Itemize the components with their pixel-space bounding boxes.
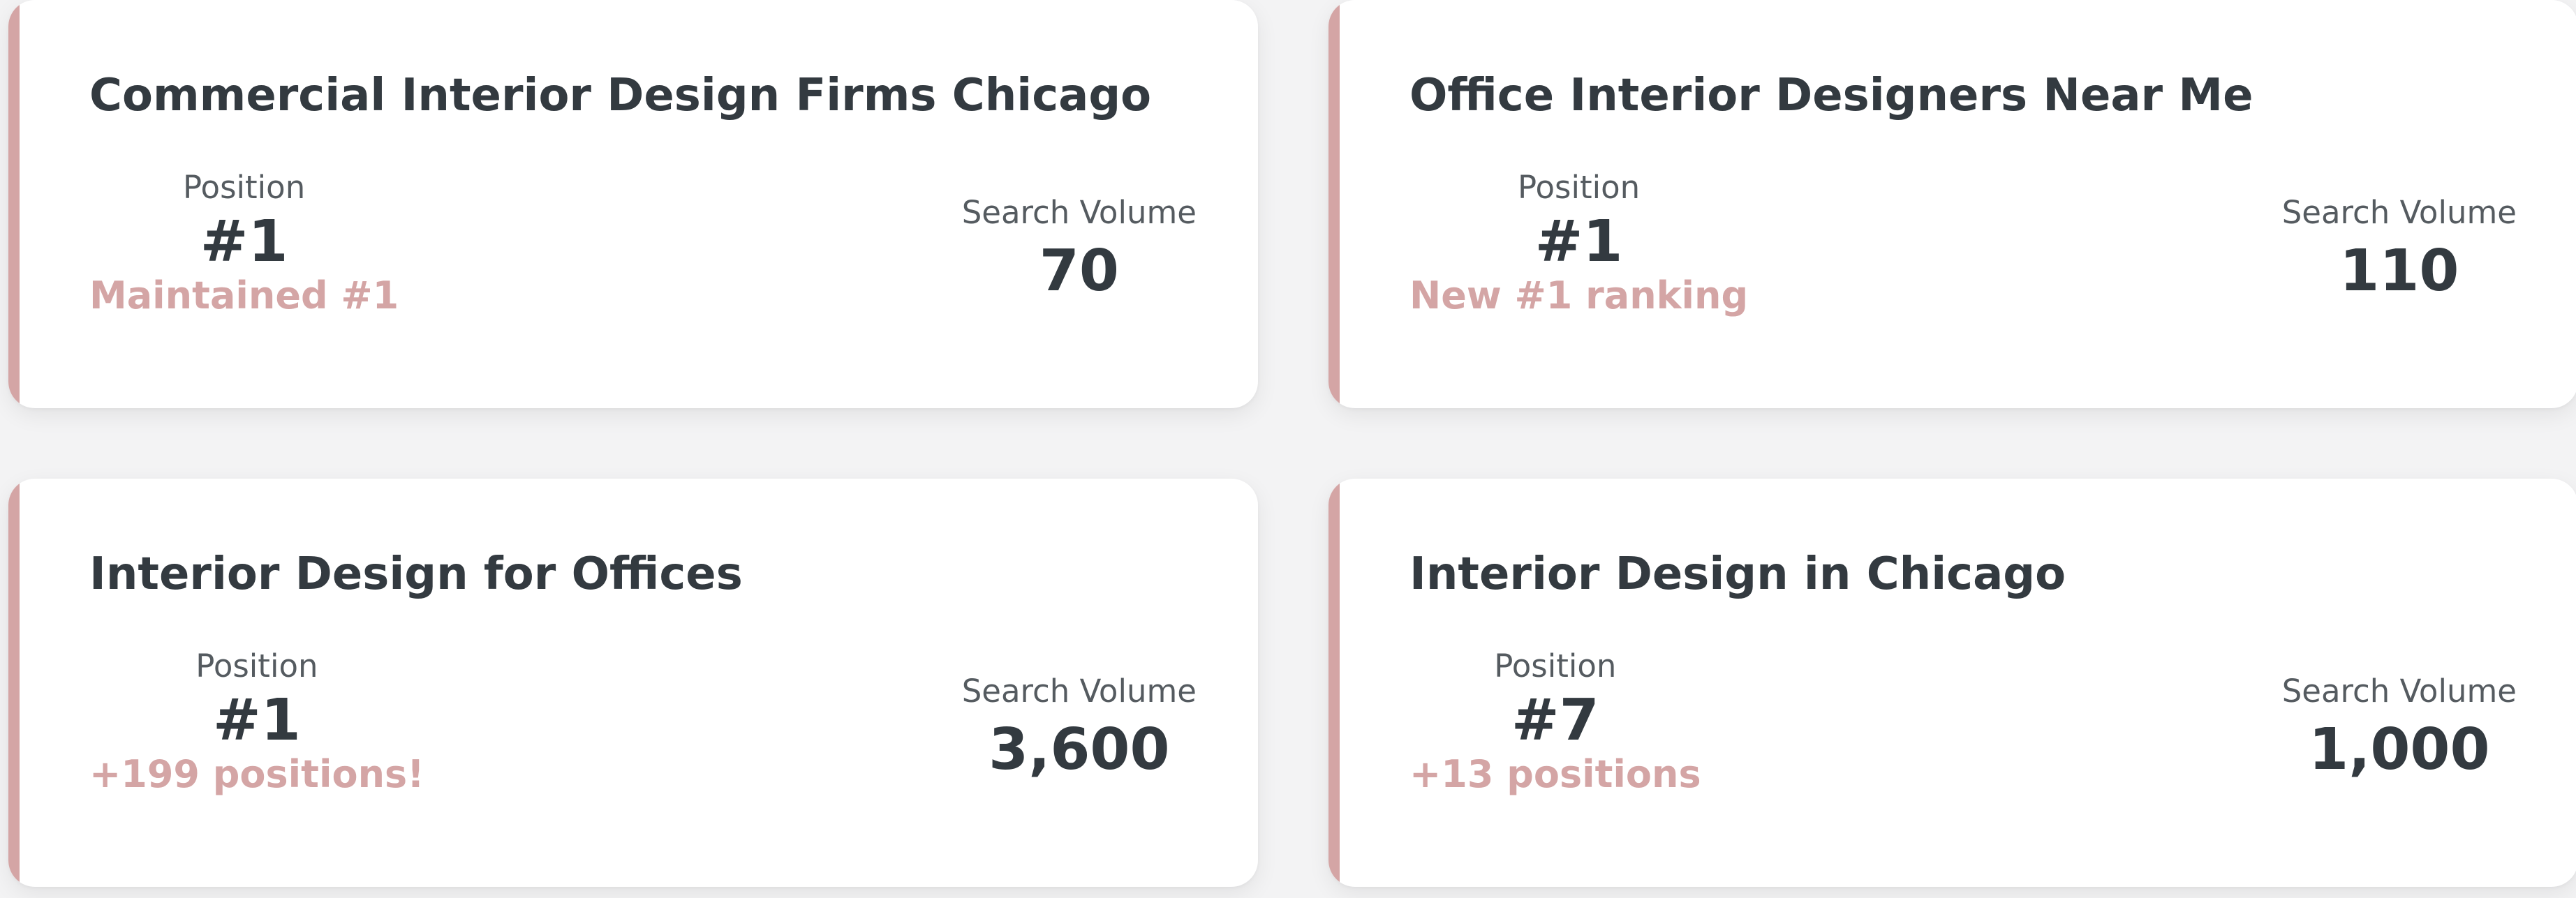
position-block: Position #1 New #1 ranking bbox=[1409, 169, 1748, 317]
search-volume-block: Search Volume 1,000 bbox=[2282, 673, 2517, 783]
search-volume-label: Search Volume bbox=[2281, 673, 2517, 710]
position-value: #1 bbox=[213, 687, 301, 754]
position-change: +13 positions bbox=[1409, 752, 1701, 797]
keyword-card: Interior Design in Chicago Position #7 +… bbox=[1328, 479, 2576, 887]
search-volume-value: 3,600 bbox=[989, 717, 1170, 783]
keyword-title: Office Interior Designers Near Me bbox=[1409, 70, 2253, 121]
search-volume-block: Search Volume 70 bbox=[962, 194, 1197, 304]
keyword-title: Interior Design for Offices bbox=[89, 548, 743, 600]
position-block: Position #1 +199 positions! bbox=[89, 648, 424, 795]
search-volume-label: Search Volume bbox=[961, 194, 1197, 231]
position-change: New #1 ranking bbox=[1409, 274, 1749, 318]
keyword-title: Commercial Interior Design Firms Chicago bbox=[89, 70, 1152, 121]
position-block: Position #1 Maintained #1 bbox=[89, 169, 399, 317]
search-volume-value: 1,000 bbox=[2309, 717, 2490, 783]
position-label: Position bbox=[1517, 169, 1641, 206]
search-volume-label: Search Volume bbox=[961, 673, 1197, 710]
search-volume-label: Search Volume bbox=[2281, 194, 2517, 231]
keyword-ranking-grid: Commercial Interior Design Firms Chicago… bbox=[0, 0, 2576, 898]
search-volume-block: Search Volume 3,600 bbox=[962, 673, 1197, 783]
keyword-card: Commercial Interior Design Firms Chicago… bbox=[8, 0, 1258, 408]
position-change: +199 positions! bbox=[89, 752, 424, 797]
keyword-title: Interior Design in Chicago bbox=[1409, 548, 2066, 600]
search-volume-block: Search Volume 110 bbox=[2282, 194, 2517, 304]
position-change: Maintained #1 bbox=[89, 274, 399, 318]
position-label: Position bbox=[1494, 648, 1617, 684]
search-volume-value: 110 bbox=[2339, 238, 2459, 304]
position-label: Position bbox=[195, 648, 318, 684]
search-volume-value: 70 bbox=[1039, 238, 1119, 304]
keyword-card: Interior Design for Offices Position #1 … bbox=[8, 479, 1258, 887]
position-value: #7 bbox=[1511, 687, 1599, 754]
position-value: #1 bbox=[1534, 209, 1623, 275]
position-value: #1 bbox=[200, 209, 288, 275]
keyword-card: Office Interior Designers Near Me Positi… bbox=[1328, 0, 2576, 408]
position-label: Position bbox=[183, 169, 306, 206]
position-block: Position #7 +13 positions bbox=[1409, 648, 1701, 795]
